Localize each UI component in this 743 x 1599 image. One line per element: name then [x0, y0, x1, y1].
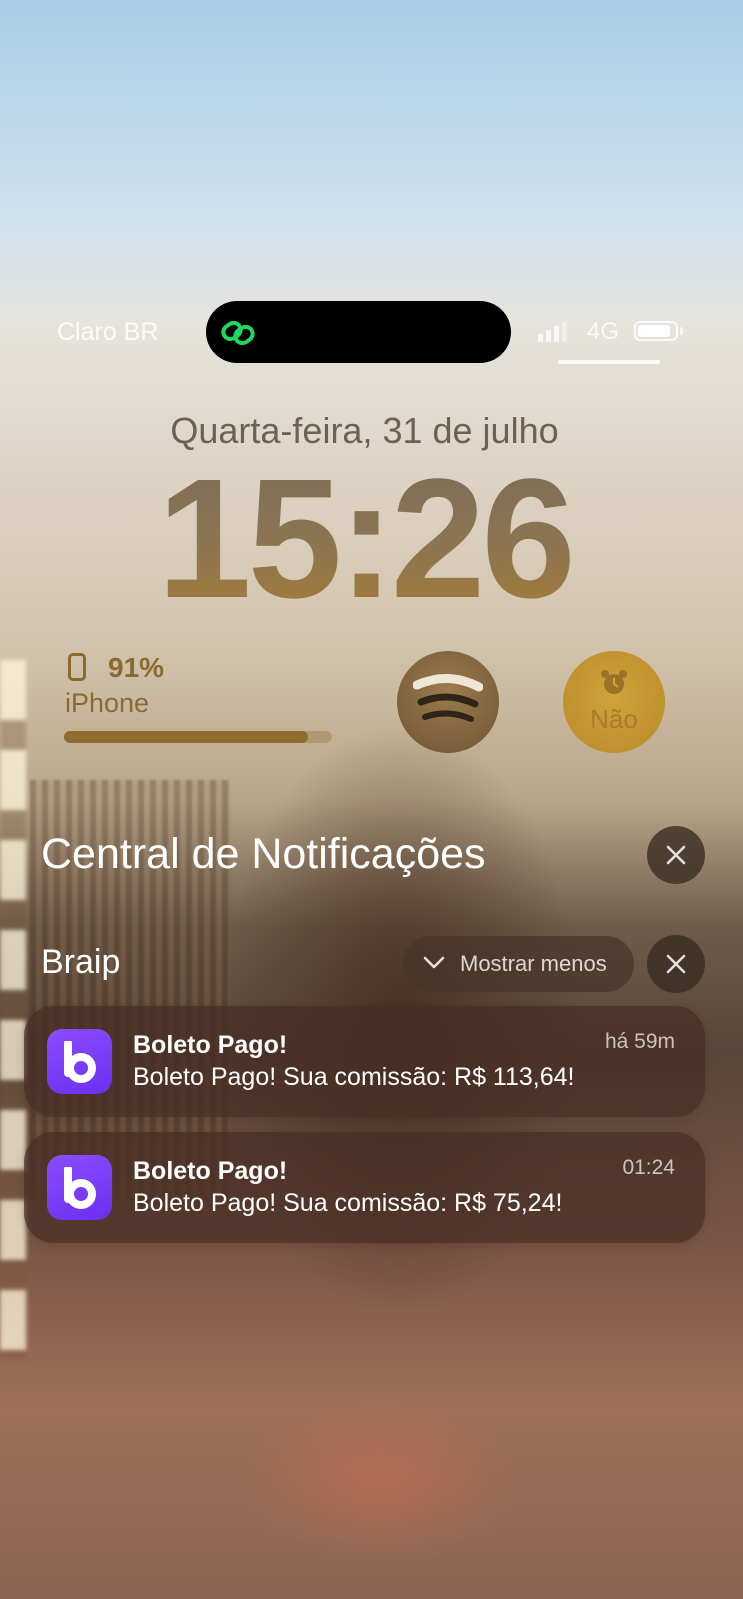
- alarm-widget-label: Não: [590, 704, 638, 734]
- battery-widget-device: iPhone: [65, 688, 150, 718]
- close-icon: [666, 845, 686, 865]
- spotify-icon: [413, 673, 483, 722]
- notification-time: há 59m: [604, 1030, 675, 1053]
- notification-group-name: Braip: [41, 943, 121, 981]
- show-less-button[interactable]: Mostrar menos: [403, 936, 634, 992]
- notification-center-title: Central de Notificações: [41, 830, 486, 878]
- notification-body: Boleto Pago! Sua comissão: R$ 75,24!: [133, 1189, 563, 1217]
- notification-card[interactable]: Boleto Pago! Boleto Pago! Sua comissão: …: [24, 1132, 705, 1243]
- battery-icon: [634, 321, 678, 341]
- network-type: 4G: [587, 318, 620, 345]
- carrier-name: Claro BR: [57, 318, 159, 346]
- braip-b-icon: [47, 1155, 112, 1220]
- alarm-widget[interactable]: Não: [563, 651, 665, 753]
- clear-group-button[interactable]: [647, 935, 705, 993]
- notification-card[interactable]: Boleto Pago! Boleto Pago! Sua comissão: …: [24, 1006, 705, 1117]
- phone-icon: [68, 653, 86, 681]
- status-indicator-line: [558, 360, 660, 364]
- clear-all-button[interactable]: [647, 826, 705, 884]
- braip-b-icon: [47, 1029, 112, 1094]
- chevron-down-icon: [423, 956, 445, 969]
- battery-widget-percent: 91%: [108, 652, 165, 683]
- linked-rings-icon: [221, 320, 255, 346]
- wallpaper-light-strip: [0, 660, 26, 1360]
- notification-time: 01:24: [622, 1156, 675, 1179]
- close-icon: [666, 954, 686, 974]
- battery-widget-bar-fill: [64, 731, 308, 743]
- cellular-signal-icon: [538, 320, 567, 342]
- alarm-clock-icon: [601, 670, 627, 694]
- battery-widget-bar[interactable]: [64, 731, 332, 743]
- lock-time: 15:26: [0, 454, 729, 624]
- notification-title: Boleto Pago!: [133, 1031, 288, 1059]
- spotify-widget[interactable]: [397, 651, 499, 753]
- dynamic-island[interactable]: [206, 301, 511, 363]
- show-less-label: Mostrar menos: [460, 951, 607, 976]
- notification-title: Boleto Pago!: [133, 1157, 288, 1185]
- battery-cap: [680, 327, 683, 335]
- notification-body: Boleto Pago! Sua comissão: R$ 113,64!: [133, 1063, 575, 1091]
